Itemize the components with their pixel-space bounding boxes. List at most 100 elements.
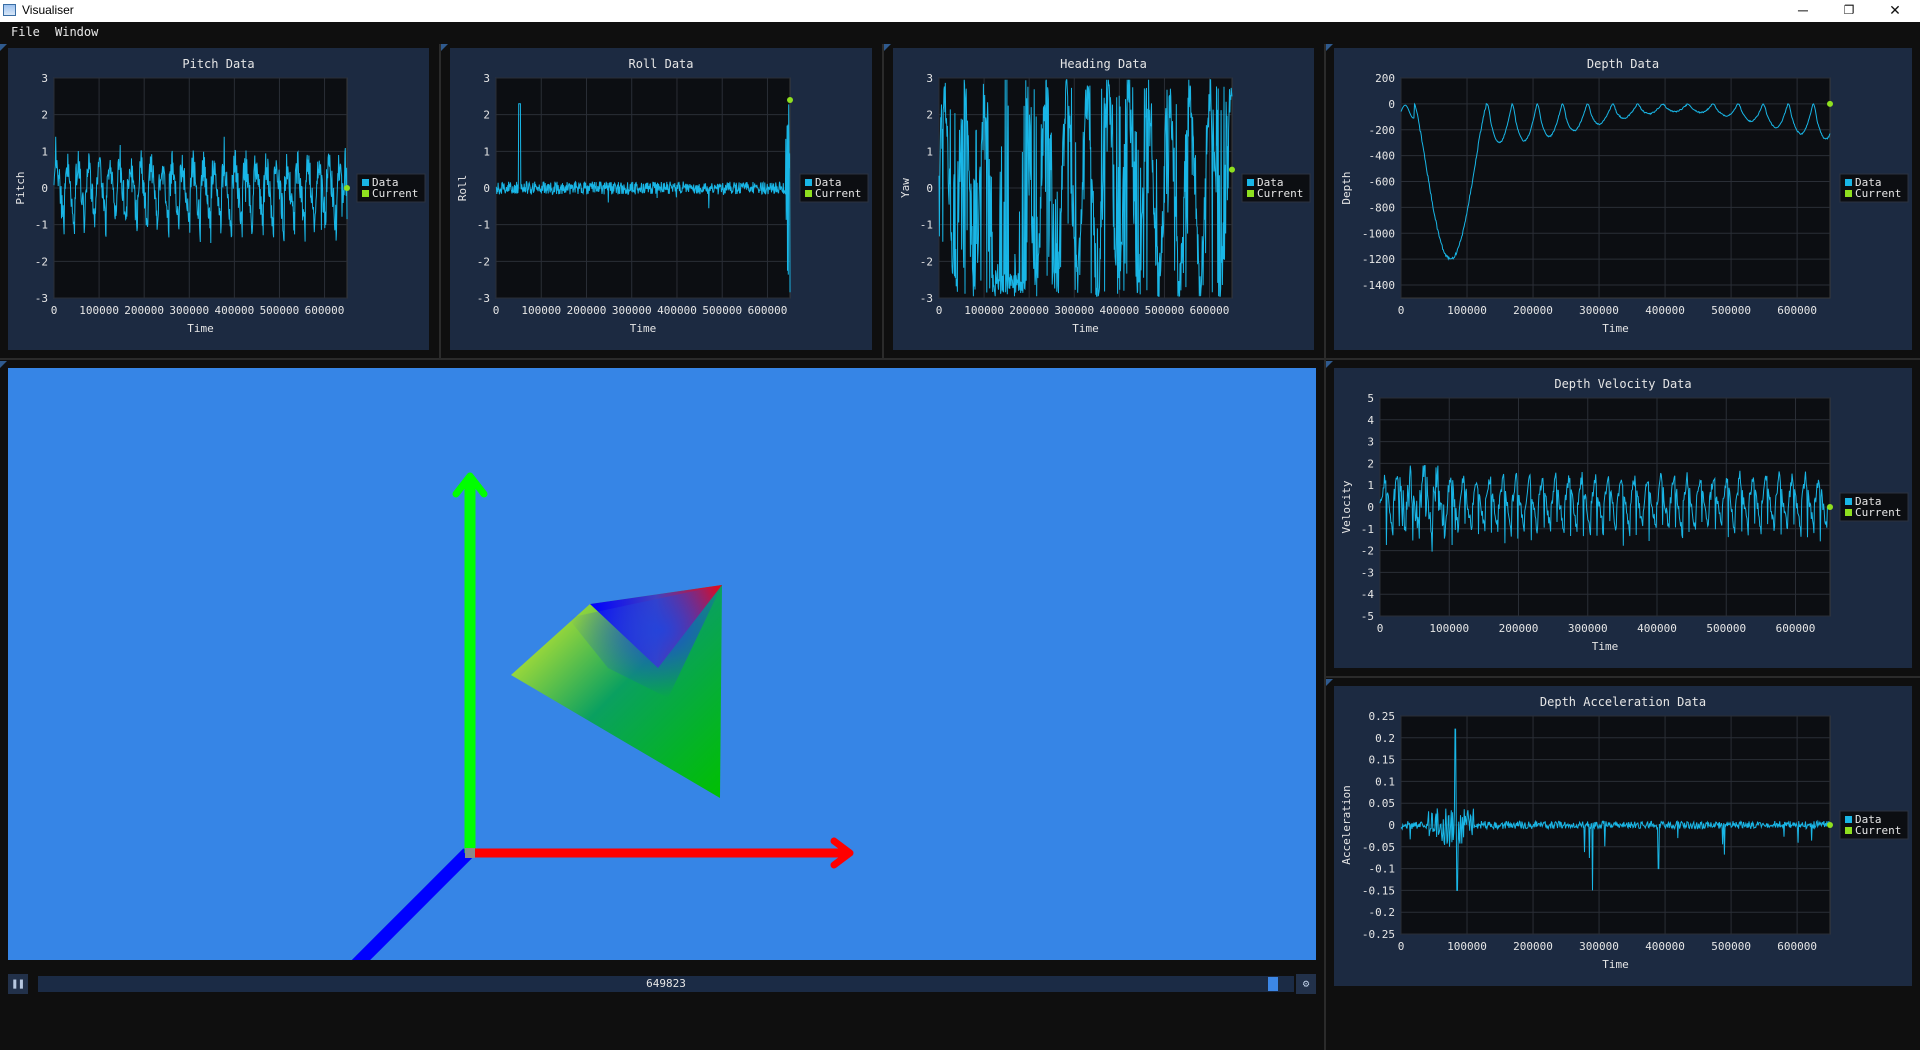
x-tick-label: 400000: [657, 304, 697, 317]
x-tick-label: 600000: [305, 304, 345, 317]
legend-swatch-data: [1247, 179, 1254, 186]
dock-grip-icon[interactable]: [0, 361, 7, 368]
legend-label-current: Current: [1257, 187, 1303, 200]
close-button[interactable]: ✕: [1872, 0, 1918, 22]
x-tick-label: 200000: [567, 304, 607, 317]
x-tick-label: 500000: [1706, 622, 1746, 635]
y-tick-label: -1: [477, 219, 490, 232]
y-tick-label: -1: [1361, 523, 1374, 536]
dock-grip-icon[interactable]: [0, 44, 7, 51]
menu-window[interactable]: Window: [55, 25, 98, 39]
y-tick-label: -0.05: [1362, 841, 1395, 854]
menu-bar: File Window: [0, 22, 1920, 42]
x-tick-label: 100000: [964, 304, 1004, 317]
acceleration-chart: Depth Acceleration Data 0.25 0.2 0.15 0.1 0.0…: [1340, 695, 1909, 971]
y-tick-label: -2: [920, 255, 933, 268]
chart-title: Pitch Data: [182, 57, 254, 71]
y-tick-label: -0.15: [1362, 884, 1395, 897]
y-tick-label: 0: [926, 182, 933, 195]
minimize-button[interactable]: ─: [1780, 0, 1826, 22]
y-tick-label: 1: [926, 145, 933, 158]
legend-swatch-current: [362, 190, 369, 197]
timeline-slider-handle[interactable]: [1268, 977, 1278, 991]
axes-origin: [465, 848, 475, 858]
y-tick-label: -2: [35, 255, 48, 268]
dock-grip-icon[interactable]: [1326, 361, 1333, 368]
x-tick-label: 400000: [1645, 940, 1685, 953]
y-axis-label: Depth: [1340, 171, 1353, 204]
window-title: Visualiser: [22, 3, 74, 17]
menu-file[interactable]: File: [11, 25, 40, 39]
y-axis-label: Roll: [456, 175, 469, 202]
y-tick-label: -3: [1361, 566, 1374, 579]
y-axis-label: Velocity: [1340, 480, 1353, 533]
row-separator: [0, 358, 1920, 360]
x-tick-label: 400000: [1637, 622, 1677, 635]
dock-grip-icon[interactable]: [884, 44, 891, 51]
heading-chart-panel: Heading Data 3 2 1 0 -1 -2 -3 0 100000 200000 30000…: [893, 48, 1314, 350]
x-tick-label: 0: [493, 304, 500, 317]
x-axis-label: Time: [630, 322, 657, 335]
x-tick-label: 500000: [702, 304, 742, 317]
x-tick-label: 500000: [1711, 940, 1751, 953]
dock-grip-icon[interactable]: [1326, 679, 1333, 686]
y-tick-label: 2: [483, 109, 490, 122]
x-tick-label: 400000: [1645, 304, 1685, 317]
y-tick-label: -2: [1361, 545, 1374, 558]
roll-chart-panel: Roll Data 3 2 1 0 -1 -2 -3 0 100000 200000 300000 40…: [450, 48, 872, 350]
y-tick-label: -4: [1361, 588, 1375, 601]
x-tick-label: 400000: [1099, 304, 1139, 317]
y-tick-label: 0.25: [1369, 710, 1396, 723]
x-tick-label: 300000: [1568, 622, 1608, 635]
column-separator: [882, 44, 884, 358]
pause-button[interactable]: ❚❚: [8, 974, 28, 994]
x-tick-label: 100000: [79, 304, 119, 317]
legend-label-current: Current: [372, 187, 418, 200]
x-tick-label: 200000: [1513, 304, 1553, 317]
roll-chart: Roll Data3210-1-2-30 100000 200000 300000 40…: [456, 57, 869, 335]
y-tick-label: 3: [926, 72, 933, 85]
orientation-viewport[interactable]: [8, 368, 1316, 960]
x-tick-label: 300000: [1054, 304, 1094, 317]
x-tick-label: 200000: [1513, 940, 1553, 953]
timeline-controls: ❚❚ 649823 ⚙: [8, 974, 1316, 996]
orientation-3d-scene: [351, 472, 854, 960]
depth-acceleration-chart-panel: Depth Acceleration Data 0.25 0.2 0.15 0.1 0.0…: [1334, 686, 1912, 986]
x-tick-label: 600000: [1777, 940, 1817, 953]
legend-swatch-current: [805, 190, 812, 197]
x-tick-label: 200000: [124, 304, 164, 317]
settings-button[interactable]: ⚙: [1296, 974, 1316, 994]
pause-icon: ❚❚: [11, 977, 25, 990]
y-tick-label: -3: [35, 292, 48, 305]
y-axis-label: Pitch: [14, 171, 27, 204]
legend-label-current: Current: [815, 187, 861, 200]
x-axis-label: Time: [1072, 322, 1099, 335]
y-tick-label: 3: [41, 72, 48, 85]
x-tick-label: 0: [1398, 304, 1405, 317]
y-tick-label: -1: [920, 219, 933, 232]
timeline-slider[interactable]: 649823: [38, 976, 1294, 992]
x-tick-label: 100000: [1447, 304, 1487, 317]
y-tick-label: 0: [483, 182, 490, 195]
current-point: [1229, 166, 1235, 173]
y-axis-label: Yaw: [899, 178, 912, 198]
y-tick-label: -1: [35, 219, 48, 232]
pitch-chart: Pitch Data3210-1-2-30 100000 200000 300000 4…: [14, 57, 426, 335]
legend-swatch-current: [1845, 190, 1852, 197]
y-tick-label: -1400: [1362, 279, 1395, 292]
legend-label-current: Current: [1855, 506, 1901, 519]
dock-grip-icon[interactable]: [1326, 44, 1333, 51]
legend-swatch-data: [362, 179, 369, 186]
x-axis-label: Time: [1602, 322, 1629, 335]
x-tick-label: 200000: [1499, 622, 1539, 635]
y-tick-label: -0.25: [1362, 928, 1395, 941]
settings-icon: ⚙: [1302, 977, 1310, 990]
dock-grip-icon[interactable]: [441, 44, 448, 51]
y-tick-label: 3: [1367, 436, 1374, 449]
pitch-chart-panel: Pitch Data 3 2 1 0 -1 -2 -3 0 100000 200000 300000 4…: [8, 48, 429, 350]
chart-title: Heading Data: [1060, 57, 1147, 71]
restore-button[interactable]: ❐: [1826, 0, 1872, 22]
current-point: [1827, 504, 1833, 510]
legend-swatch-current: [1845, 509, 1852, 516]
chart-title: Depth Velocity Data: [1554, 377, 1691, 391]
